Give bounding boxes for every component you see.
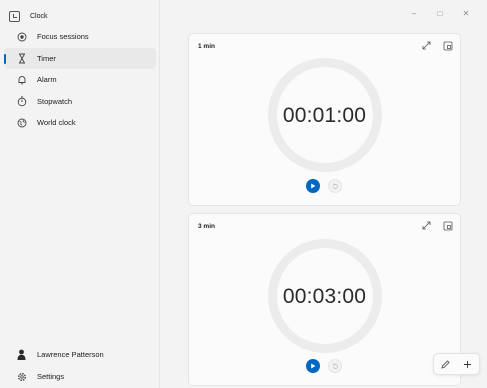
maximize-button[interactable]: □ [427,6,453,20]
reset-button[interactable] [328,179,342,193]
nav-item-label: Timer [37,53,56,63]
timer-card-actions [421,220,453,231]
settings-label: Settings [37,372,65,381]
minimize-button[interactable]: – [401,6,427,20]
add-timer-button[interactable] [461,357,475,371]
expand-icon[interactable] [421,40,432,51]
nav-item-stopwatch[interactable]: Stopwatch [4,91,156,112]
nav-item-label: World clock [37,118,76,127]
expand-icon[interactable] [421,220,432,231]
close-button[interactable]: ✕ [453,6,479,20]
bell-icon [16,74,27,85]
nav-item-timer[interactable]: Timer [4,47,156,69]
timer-title: 1 min [198,43,215,50]
nav-item-alarm[interactable]: Alarm [4,69,156,90]
nav-item-world-clock[interactable]: World clock [4,112,156,133]
timer-controls [306,359,342,373]
timer-card[interactable]: 1 min 00:01:00 [188,33,461,206]
edit-button[interactable] [438,357,452,371]
play-button[interactable] [306,179,320,193]
timer-title: 3 min [198,223,215,230]
keep-on-top-icon[interactable] [442,220,453,231]
play-button[interactable] [306,359,320,373]
play-icon [311,363,316,369]
account-name: Lawrence Patterson [37,349,104,359]
reset-button[interactable] [328,359,342,373]
title-bar: Clock [9,9,48,23]
hourglass-icon [16,53,27,64]
app-title: Clock [30,12,48,20]
reset-icon [332,182,338,189]
timer-card-actions [421,40,453,51]
window-controls: – □ ✕ [401,6,479,20]
plus-icon [464,360,472,368]
settings-button[interactable]: Settings [4,366,156,388]
sidebar: Clock Focus sessions Timer Alarm Stopwat… [0,0,160,388]
timer-time: 00:01:00 [282,104,367,127]
play-icon [311,183,316,189]
nav-item-label: Stopwatch [37,96,73,106]
avatar [16,349,27,360]
sidebar-footer: Lawrence Patterson Settings [4,343,156,388]
nav-item-label: Focus sessions [37,32,89,41]
stopwatch-icon [16,96,27,107]
timer-card[interactable]: 3 min 00:03:00 [188,213,461,386]
nav-item-label: Alarm [37,75,57,84]
globe-icon [16,117,27,128]
pencil-icon [441,359,450,369]
timer-action-bar [433,353,480,375]
clock-app-icon [9,10,20,22]
reset-icon [332,362,338,369]
keep-on-top-icon[interactable] [442,40,453,51]
timer-time: 00:03:00 [282,285,367,308]
timer-controls [306,179,342,193]
account-button[interactable]: Lawrence Patterson [4,343,156,365]
nav-menu: Focus sessions Timer Alarm Stopwatch Wor… [4,26,156,134]
clock-window: Clock Focus sessions Timer Alarm Stopwat… [0,0,487,388]
focus-icon [16,31,27,42]
nav-item-focus-sessions[interactable]: Focus sessions [4,26,156,47]
gear-icon [16,371,27,382]
